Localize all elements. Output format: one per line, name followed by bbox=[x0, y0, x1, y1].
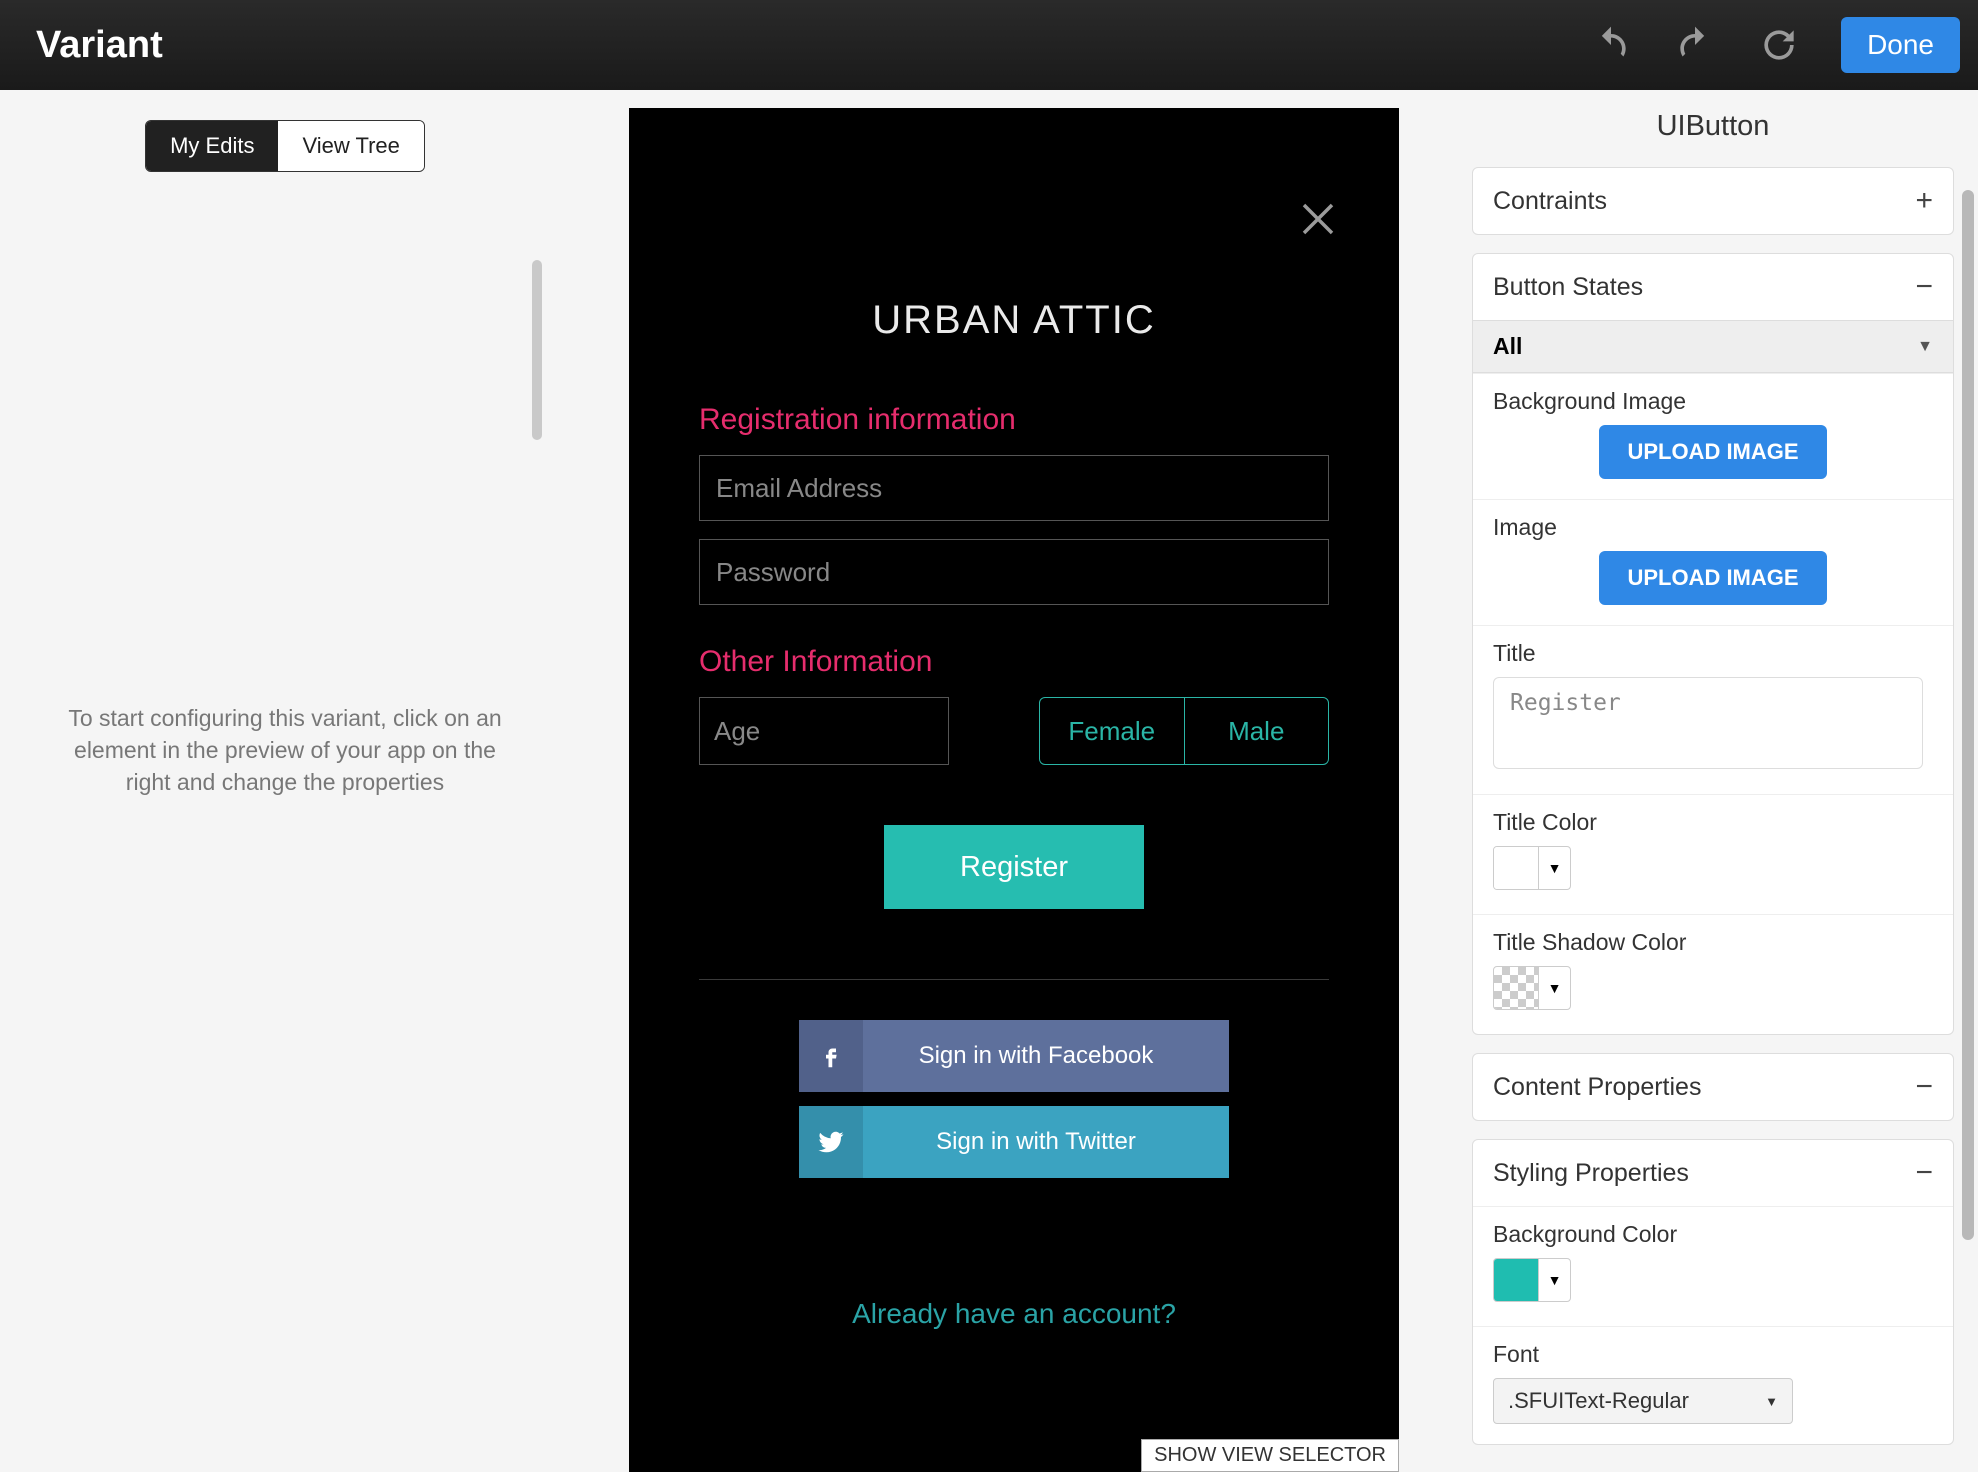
show-view-selector-button[interactable]: SHOW VIEW SELECTOR bbox=[1141, 1439, 1399, 1472]
bg-color-row: Background Color ▼ bbox=[1473, 1206, 1953, 1326]
email-field[interactable]: Email Address bbox=[699, 455, 1329, 521]
title-color-picker[interactable]: ▼ bbox=[1493, 846, 1571, 890]
bg-image-label: Background Image bbox=[1493, 388, 1933, 415]
undo-icon bbox=[1589, 23, 1633, 67]
facebook-icon bbox=[799, 1020, 863, 1092]
registration-section-label: Registration information bbox=[699, 403, 1399, 437]
chevron-down-icon: ▼ bbox=[1765, 1394, 1778, 1409]
font-row: Font .SFUIText-Regular ▼ bbox=[1473, 1326, 1953, 1444]
chevron-down-icon: ▼ bbox=[1538, 967, 1570, 1009]
twitter-signin-button[interactable]: Sign in with Twitter bbox=[799, 1106, 1229, 1178]
page-title: Variant bbox=[36, 24, 163, 67]
left-hint-text: To start configuring this variant, click… bbox=[0, 702, 570, 799]
styling-properties-label: Styling Properties bbox=[1493, 1159, 1689, 1188]
phone-preview[interactable]: URBAN ATTIC Registration information Ema… bbox=[629, 108, 1399, 1472]
twitter-signin-label: Sign in with Twitter bbox=[863, 1128, 1229, 1156]
chevron-down-icon: ▼ bbox=[1538, 1259, 1570, 1301]
content-properties-header[interactable]: Content Properties − bbox=[1473, 1054, 1953, 1120]
bg-color-picker[interactable]: ▼ bbox=[1493, 1258, 1571, 1302]
button-states-panel: Button States − All ▼ Background Image U… bbox=[1472, 253, 1954, 1035]
divider bbox=[699, 979, 1329, 980]
title-shadow-label: Title Shadow Color bbox=[1493, 929, 1933, 956]
plus-icon: + bbox=[1915, 184, 1933, 218]
content-properties-label: Content Properties bbox=[1493, 1073, 1701, 1102]
register-button[interactable]: Register bbox=[884, 825, 1144, 909]
age-field[interactable]: Age bbox=[699, 697, 949, 765]
title-row: Title bbox=[1473, 625, 1953, 794]
button-states-label: Button States bbox=[1493, 273, 1643, 302]
twitter-icon bbox=[799, 1106, 863, 1178]
minus-icon: − bbox=[1915, 1156, 1933, 1190]
scrollbar-indicator[interactable] bbox=[532, 260, 542, 440]
close-button[interactable] bbox=[1297, 198, 1339, 245]
color-swatch-transparent bbox=[1494, 967, 1538, 1009]
state-selected-value: All bbox=[1493, 333, 1522, 360]
font-value: .SFUIText-Regular bbox=[1508, 1388, 1689, 1414]
facebook-signin-button[interactable]: Sign in with Facebook bbox=[799, 1020, 1229, 1092]
workspace: My Edits View Tree To start configuring … bbox=[0, 90, 1978, 1472]
minus-icon: − bbox=[1915, 1070, 1933, 1104]
bg-color-label: Background Color bbox=[1493, 1221, 1933, 1248]
constraints-header[interactable]: Contraints + bbox=[1473, 168, 1953, 234]
title-shadow-color-picker[interactable]: ▼ bbox=[1493, 966, 1571, 1010]
constraints-panel: Contraints + bbox=[1472, 167, 1954, 235]
inspector-panel: UIButton Contraints + Button States − Al… bbox=[1458, 90, 1978, 1463]
image-row: Image UPLOAD IMAGE bbox=[1473, 499, 1953, 625]
password-field[interactable]: Password bbox=[699, 539, 1329, 605]
top-toolbar: Variant Done bbox=[0, 0, 1978, 90]
other-section-label: Other Information bbox=[699, 645, 1399, 679]
chevron-down-icon: ▼ bbox=[1538, 847, 1570, 889]
preview-column: URBAN ATTIC Registration information Ema… bbox=[570, 90, 1458, 1472]
constraints-label: Contraints bbox=[1493, 187, 1607, 216]
already-have-account[interactable]: Already have an account? bbox=[629, 1298, 1399, 1330]
title-prop-label: Title bbox=[1493, 640, 1933, 667]
close-icon bbox=[1297, 198, 1339, 240]
title-input[interactable] bbox=[1493, 677, 1923, 769]
left-panel: My Edits View Tree To start configuring … bbox=[0, 90, 570, 1472]
chevron-down-icon: ▼ bbox=[1917, 338, 1933, 356]
upload-image-button[interactable]: UPLOAD IMAGE bbox=[1599, 551, 1826, 605]
left-segmented-control: My Edits View Tree bbox=[145, 120, 425, 172]
minus-icon: − bbox=[1915, 270, 1933, 304]
toolbar-actions: Done bbox=[1589, 17, 1960, 73]
content-properties-panel: Content Properties − bbox=[1472, 1053, 1954, 1121]
gender-male[interactable]: Male bbox=[1184, 698, 1329, 764]
inspector-wrap: UIButton Contraints + Button States − Al… bbox=[1458, 90, 1978, 1472]
upload-bg-image-button[interactable]: UPLOAD IMAGE bbox=[1599, 425, 1826, 479]
title-shadow-color-row: Title Shadow Color ▼ bbox=[1473, 914, 1953, 1034]
undo-button[interactable] bbox=[1589, 23, 1633, 67]
title-color-row: Title Color ▼ bbox=[1473, 794, 1953, 914]
bg-image-row: Background Image UPLOAD IMAGE bbox=[1473, 373, 1953, 499]
refresh-button[interactable] bbox=[1757, 23, 1801, 67]
scrollbar-indicator[interactable] bbox=[1962, 190, 1974, 1240]
gender-segmented: Female Male bbox=[1039, 697, 1329, 765]
inspector-element-title: UIButton bbox=[1472, 110, 1954, 143]
image-label: Image bbox=[1493, 514, 1933, 541]
done-button[interactable]: Done bbox=[1841, 17, 1960, 73]
facebook-signin-label: Sign in with Facebook bbox=[863, 1042, 1229, 1070]
state-selector[interactable]: All ▼ bbox=[1473, 320, 1953, 373]
redo-button[interactable] bbox=[1673, 23, 1717, 67]
font-label: Font bbox=[1493, 1341, 1933, 1368]
refresh-icon bbox=[1757, 23, 1801, 67]
styling-properties-header[interactable]: Styling Properties − bbox=[1473, 1140, 1953, 1206]
tab-my-edits[interactable]: My Edits bbox=[146, 121, 278, 171]
styling-properties-panel: Styling Properties − Background Color ▼ … bbox=[1472, 1139, 1954, 1445]
gender-female[interactable]: Female bbox=[1040, 698, 1184, 764]
title-color-label: Title Color bbox=[1493, 809, 1933, 836]
tab-view-tree[interactable]: View Tree bbox=[278, 121, 423, 171]
app-title: URBAN ATTIC bbox=[629, 298, 1399, 343]
font-selector[interactable]: .SFUIText-Regular ▼ bbox=[1493, 1378, 1793, 1424]
color-swatch-white bbox=[1494, 847, 1538, 889]
color-swatch-teal bbox=[1494, 1259, 1538, 1301]
other-info-row: Age Female Male bbox=[699, 697, 1329, 765]
redo-icon bbox=[1673, 23, 1717, 67]
button-states-header[interactable]: Button States − bbox=[1473, 254, 1953, 320]
